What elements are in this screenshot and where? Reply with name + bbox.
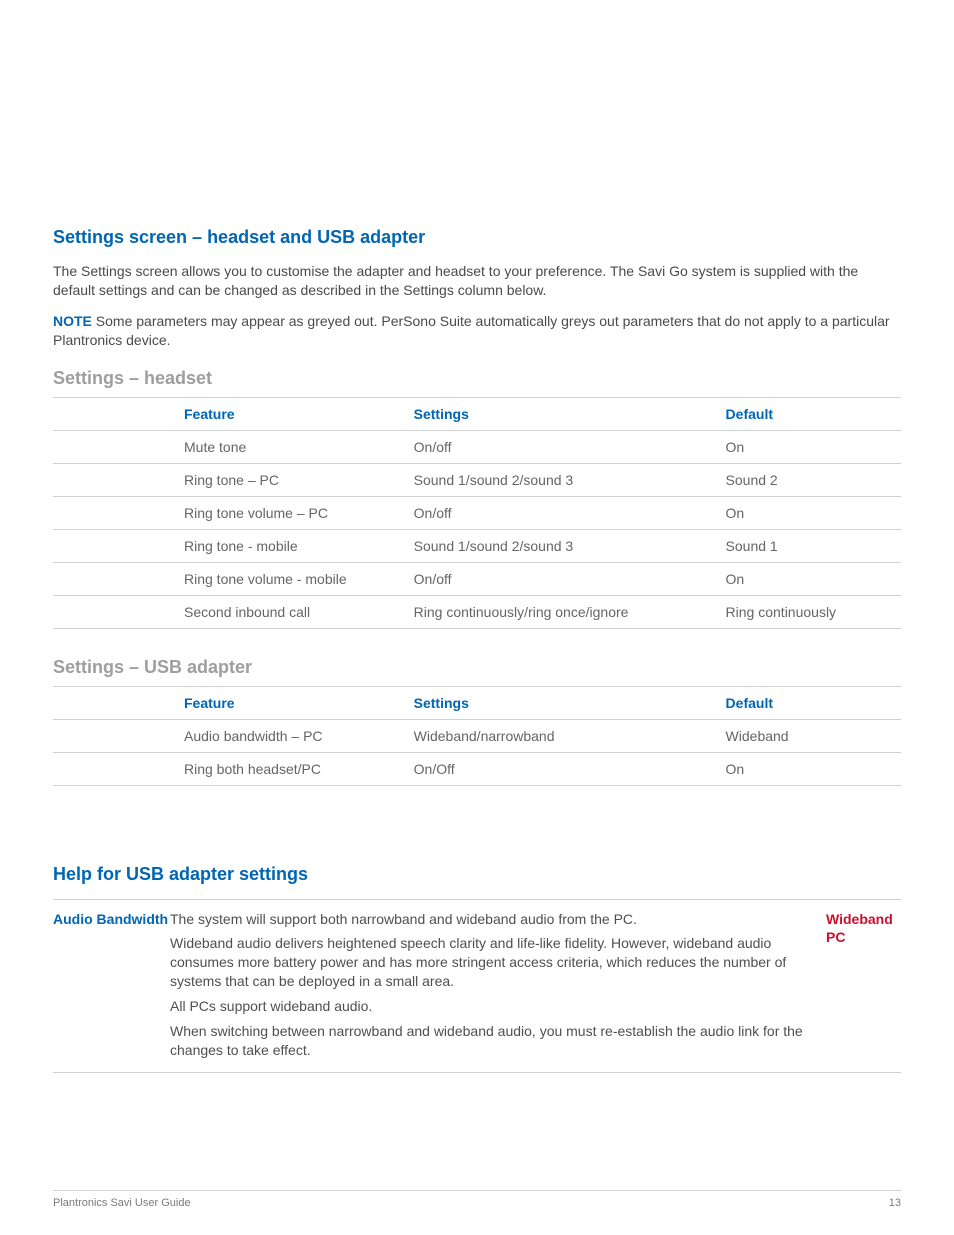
th-settings: Settings: [414, 397, 726, 430]
table-row: Ring tone - mobile Sound 1/sound 2/sound…: [53, 529, 901, 562]
table-row: Ring tone volume - mobile On/off On: [53, 562, 901, 595]
subhead-settings-usb-adapter: Settings – USB adapter: [53, 657, 901, 678]
settings-headset-table: Feature Settings Default Mute tone On/of…: [53, 397, 901, 629]
table-row: Ring tone volume – PC On/off On: [53, 496, 901, 529]
note-paragraph: NOTE Some parameters may appear as greye…: [53, 312, 901, 350]
th-feature: Feature: [53, 397, 414, 430]
cell-feature: Ring tone volume - mobile: [53, 562, 414, 595]
footer-page-number: 13: [889, 1197, 901, 1209]
cell-feature: Audio bandwidth – PC: [53, 719, 414, 752]
cell-settings: On/off: [414, 562, 726, 595]
th-default: Default: [726, 397, 901, 430]
cell-feature: Ring tone volume – PC: [53, 496, 414, 529]
help-table: Audio Bandwidth The system will support …: [53, 899, 901, 1073]
table-row: Ring tone – PC Sound 1/sound 2/sound 3 S…: [53, 463, 901, 496]
th-default: Default: [726, 686, 901, 719]
intro-paragraph: The Settings screen allows you to custom…: [53, 262, 901, 300]
cell-default: On: [726, 430, 901, 463]
help-right-label: Wideband PC: [826, 899, 901, 1072]
cell-default: On: [726, 562, 901, 595]
note-body: Some parameters may appear as greyed out…: [53, 313, 890, 348]
cell-feature: Ring both headset/PC: [53, 752, 414, 785]
section-title-settings-screen: Settings screen – headset and USB adapte…: [53, 53, 901, 248]
cell-default: Sound 2: [726, 463, 901, 496]
subhead-settings-headset: Settings – headset: [53, 368, 901, 389]
cell-feature: Mute tone: [53, 430, 414, 463]
help-row: Audio Bandwidth The system will support …: [53, 899, 901, 1072]
help-p2: Wideband audio delivers heightened speec…: [170, 934, 806, 991]
settings-usb-table: Feature Settings Default Audio bandwidth…: [53, 686, 901, 786]
cell-default: Sound 1: [726, 529, 901, 562]
help-p3: All PCs support wideband audio.: [170, 997, 806, 1016]
cell-settings: Sound 1/sound 2/sound 3: [414, 463, 726, 496]
table-row: Second inbound call Ring continuously/ri…: [53, 595, 901, 628]
table-header-row: Feature Settings Default: [53, 397, 901, 430]
section-title-help-usb: Help for USB adapter settings: [53, 786, 901, 885]
help-body: The system will support both narrowband …: [170, 899, 826, 1072]
th-settings: Settings: [414, 686, 726, 719]
cell-default: Ring continuously: [726, 595, 901, 628]
th-feature: Feature: [53, 686, 414, 719]
cell-default: On: [726, 752, 901, 785]
table-header-row: Feature Settings Default: [53, 686, 901, 719]
table-row: Audio bandwidth – PC Wideband/narrowband…: [53, 719, 901, 752]
cell-feature: Ring tone - mobile: [53, 529, 414, 562]
cell-settings: On/Off: [414, 752, 726, 785]
note-label: NOTE: [53, 313, 92, 329]
cell-feature: Second inbound call: [53, 595, 414, 628]
footer-left: Plantronics Savi User Guide: [53, 1197, 191, 1209]
help-p1: The system will support both narrowband …: [170, 910, 806, 929]
help-left-label: Audio Bandwidth: [53, 899, 170, 1072]
table-row: Mute tone On/off On: [53, 430, 901, 463]
table-row: Ring both headset/PC On/Off On: [53, 752, 901, 785]
help-p4: When switching between narrowband and wi…: [170, 1022, 806, 1060]
cell-settings: On/off: [414, 496, 726, 529]
cell-settings: Sound 1/sound 2/sound 3: [414, 529, 726, 562]
cell-default: On: [726, 496, 901, 529]
cell-default: Wideband: [726, 719, 901, 752]
cell-settings: On/off: [414, 430, 726, 463]
page-footer: Plantronics Savi User Guide 13: [53, 1190, 901, 1209]
cell-settings: Wideband/narrowband: [414, 719, 726, 752]
cell-feature: Ring tone – PC: [53, 463, 414, 496]
cell-settings: Ring continuously/ring once/ignore: [414, 595, 726, 628]
